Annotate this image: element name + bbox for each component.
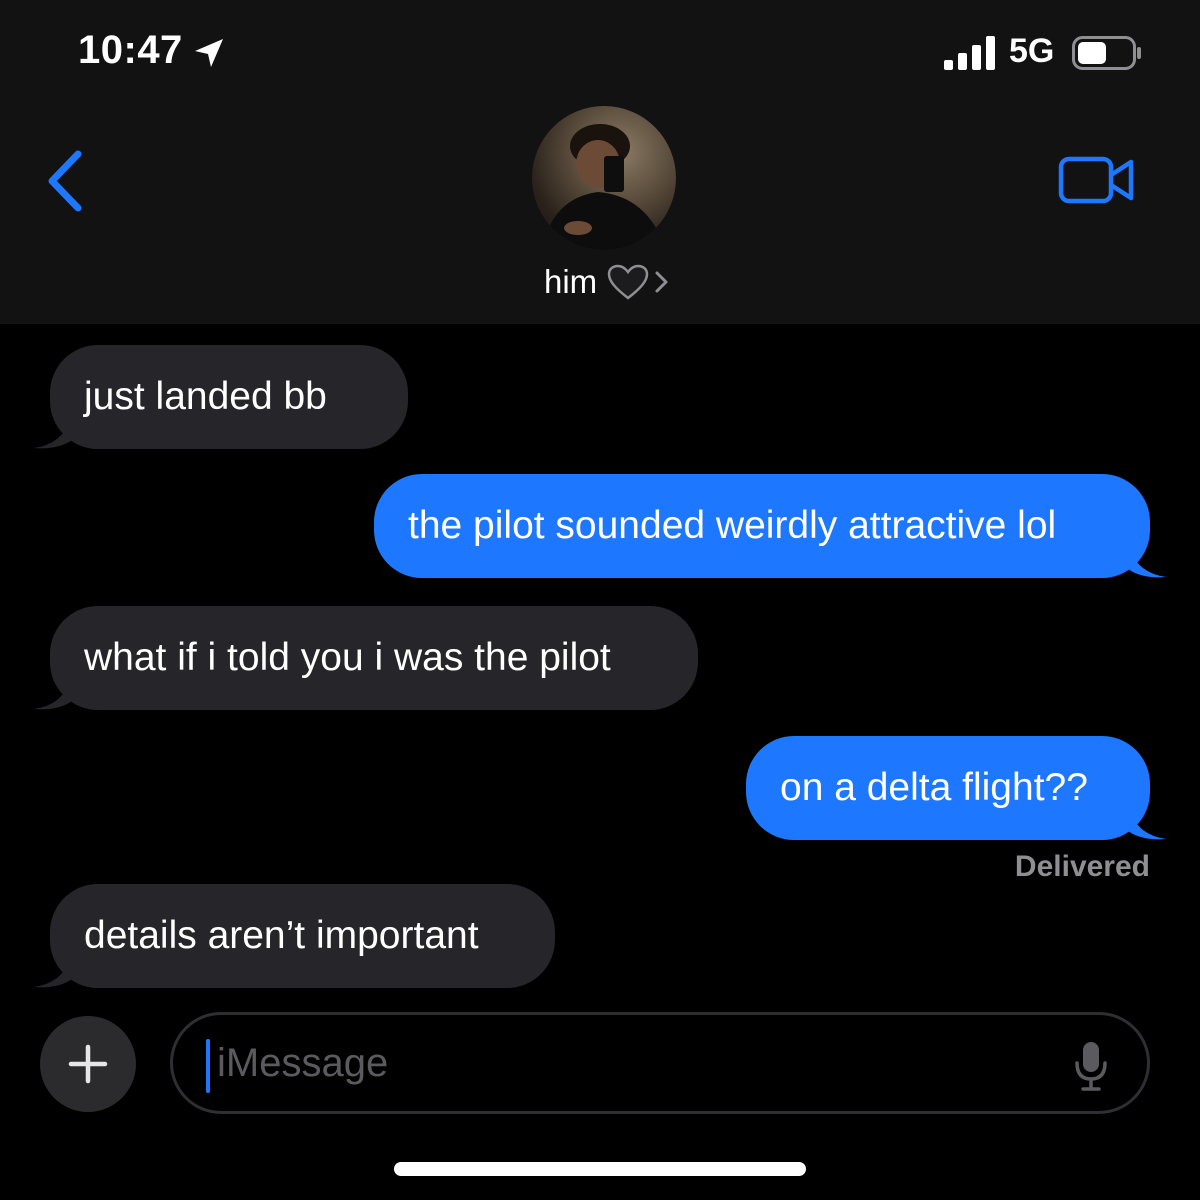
conversation-header: 10:47 5G him <box>0 0 1200 324</box>
message-input[interactable]: iMessage <box>170 1012 1150 1114</box>
bubble-tail <box>1128 549 1166 578</box>
video-camera-icon[interactable] <box>1058 154 1136 206</box>
message-bubble-outgoing[interactable]: the pilot sounded weirdly attractive lol <box>374 474 1150 578</box>
microphone-icon[interactable] <box>1073 1039 1109 1093</box>
chevron-left-icon[interactable] <box>40 146 90 216</box>
status-time: 10:47 <box>78 28 183 72</box>
contact-avatar[interactable] <box>532 106 676 250</box>
plus-icon <box>68 1044 108 1084</box>
contact-name-button[interactable]: him <box>544 262 671 302</box>
bubble-tail <box>1128 811 1166 840</box>
message-bubble-outgoing[interactable]: on a delta flight?? <box>746 736 1150 840</box>
text-caret <box>206 1039 210 1093</box>
message-input-placeholder: iMessage <box>217 1041 389 1085</box>
message-bubble-incoming[interactable]: just landed bb <box>50 345 408 449</box>
contact-name: him <box>544 263 598 300</box>
network-label: 5G <box>1009 32 1055 70</box>
location-arrow-icon <box>195 39 223 67</box>
message-bubble-incoming[interactable]: what if i told you i was the pilot <box>50 606 698 710</box>
message-bubble-incoming[interactable]: details aren’t important <box>50 884 555 988</box>
chevron-right-icon <box>655 271 668 293</box>
black-heart-icon <box>607 264 649 300</box>
avatar-photo <box>542 124 666 250</box>
home-indicator[interactable] <box>394 1162 806 1176</box>
delivery-status: Delivered <box>1014 850 1150 883</box>
bubble-tail <box>34 420 72 449</box>
bubble-tail <box>34 959 72 988</box>
battery-icon <box>1072 36 1141 70</box>
bubble-tail <box>34 681 72 710</box>
cellular-signal-icon <box>944 36 996 70</box>
apps-plus-button[interactable] <box>40 1016 136 1112</box>
